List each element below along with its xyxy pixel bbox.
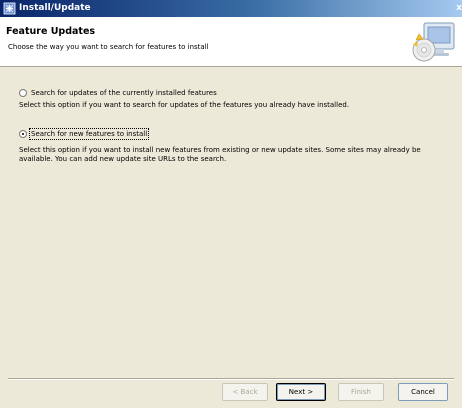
footer-separator (8, 378, 454, 380)
option-search-new-features[interactable]: Search for new features to install (19, 128, 150, 140)
radio-search-new-features[interactable] (19, 130, 27, 138)
finish-button[interactable]: Finish (338, 383, 384, 401)
page-title: Feature Updates (6, 26, 96, 37)
next-button[interactable]: Next > (276, 383, 326, 401)
wizard-body: Search for updates of the currently inst… (0, 67, 462, 378)
monitor-cd-icon (412, 22, 455, 62)
option-search-updates-label: Search for updates of the currently inst… (31, 89, 217, 97)
option-search-updates[interactable]: Search for updates of the currently inst… (19, 89, 217, 97)
option-search-new-features-description: Select this option if you want to instal… (19, 146, 421, 163)
back-button[interactable]: < Back (222, 383, 268, 401)
install-update-dialog: Install/Update x Feature Updates Choose … (0, 0, 462, 408)
radio-search-updates[interactable] (19, 89, 27, 97)
option-search-updates-description: Select this option if you want to search… (19, 101, 350, 109)
page-description: Choose the way you want to search for fe… (8, 43, 209, 51)
install-update-icon (3, 2, 16, 15)
window-title: Install/Update (19, 3, 91, 13)
wizard-banner: Feature Updates Choose the way you want … (0, 17, 462, 67)
option-search-new-features-label: Search for new features to install (28, 128, 150, 140)
cancel-button[interactable]: Cancel (398, 383, 448, 401)
title-bar[interactable]: Install/Update x (0, 0, 462, 17)
close-button[interactable]: x (452, 0, 462, 17)
